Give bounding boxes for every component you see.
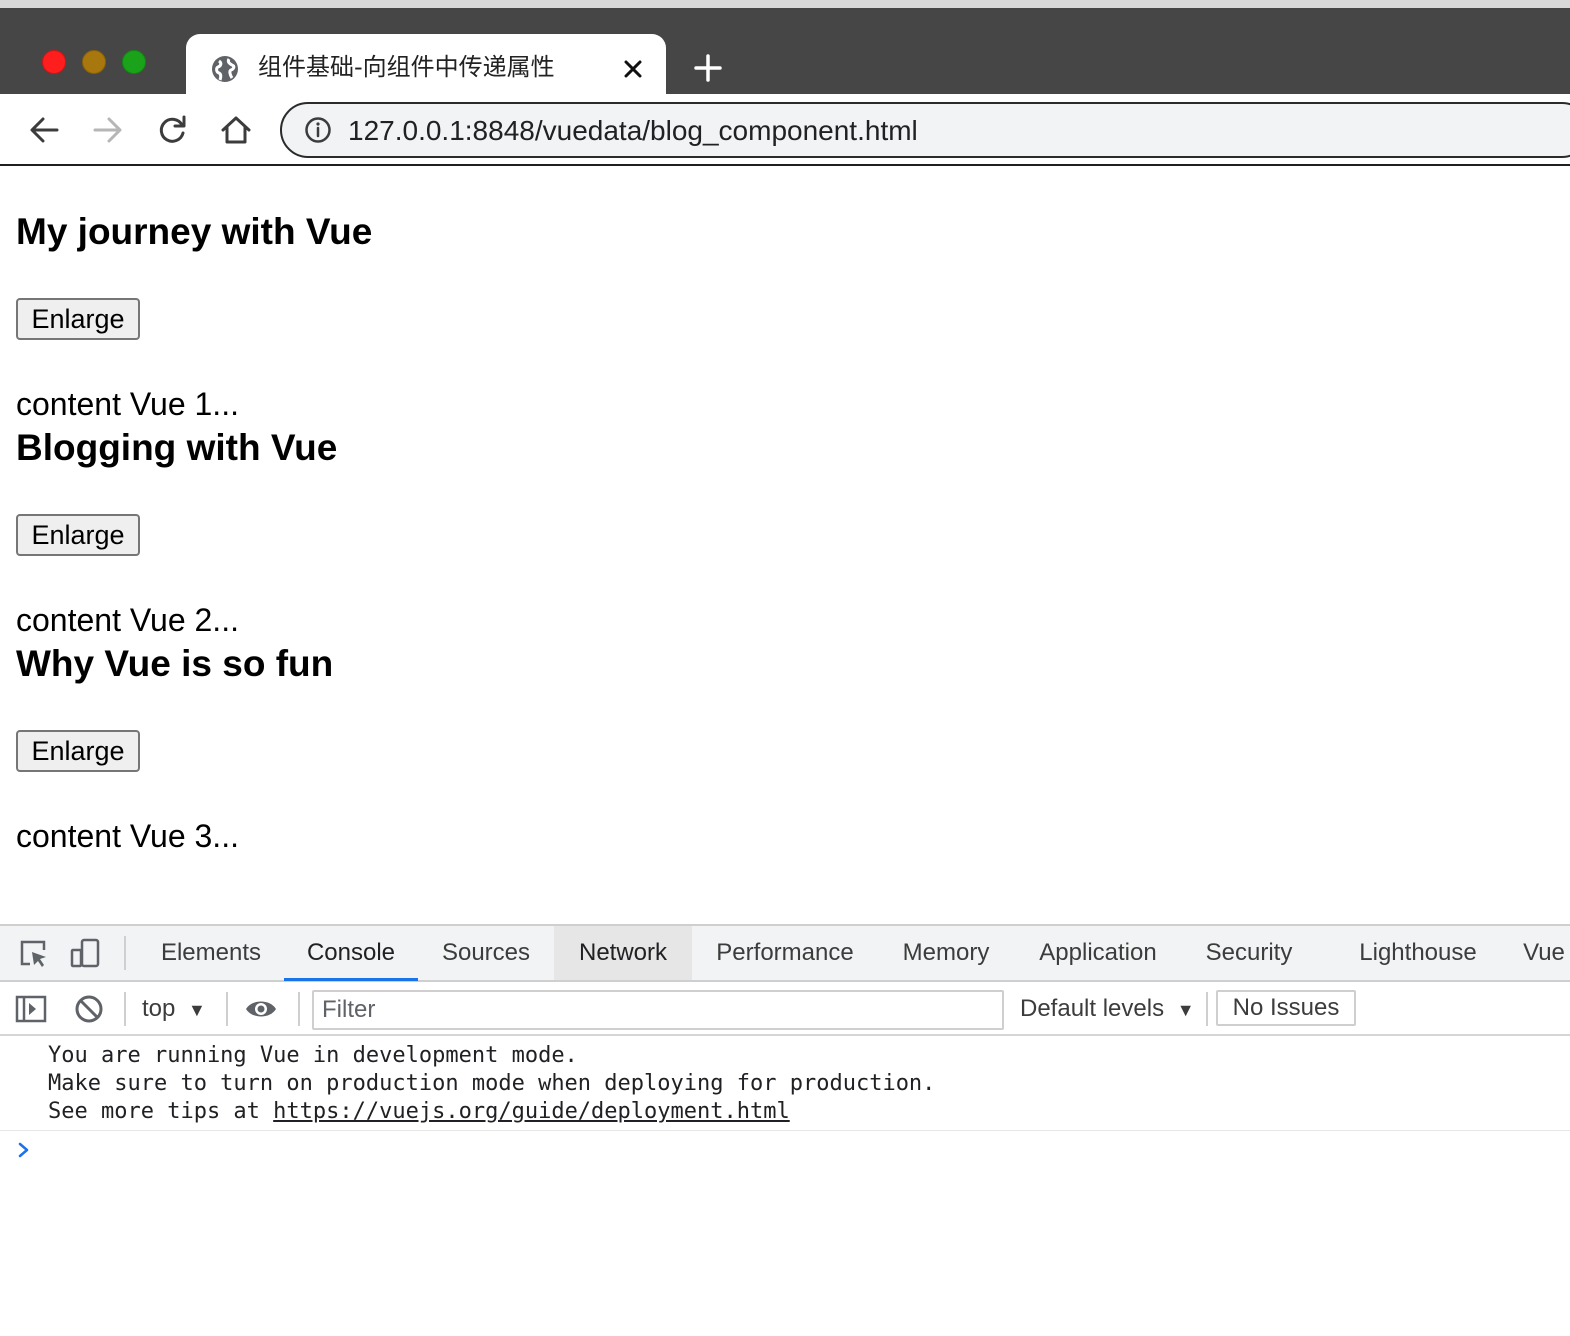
dropdown-arrow-icon: ▼ [1176, 1000, 1195, 1020]
log-levels-label: Default levels [1020, 995, 1165, 1022]
blog-post: My journey with Vue Enlarge content Vue … [16, 210, 373, 422]
plus-icon[interactable] [692, 52, 724, 84]
home-icon [221, 116, 251, 144]
deployment-link[interactable]: https://vuejs.org/guide/deployment.html [273, 1099, 790, 1124]
eye-icon[interactable] [244, 992, 278, 1026]
tab-security[interactable]: Security [1188, 926, 1310, 980]
url-text: 127.0.0.1:8848/vuedata/blog_component.ht… [348, 115, 918, 146]
back-button[interactable] [24, 110, 64, 150]
inspect-element-icon[interactable] [16, 936, 50, 970]
post-content: content Vue 2... [16, 602, 239, 638]
issues-button[interactable]: No Issues [1216, 990, 1356, 1026]
log-levels-dropdown[interactable]: Default levels ▼ [1020, 992, 1195, 1027]
devtools-panel: Elements Console Sources Network Perform… [0, 924, 1570, 1336]
console-line: You are running Vue in development mode. [48, 1043, 578, 1068]
tab-performance[interactable]: Performance [700, 926, 870, 980]
info-icon[interactable] [304, 116, 332, 144]
globe-icon [212, 56, 238, 82]
browser-toolbar: 127.0.0.1:8848/vuedata/blog_component.ht… [0, 94, 1570, 166]
browser-tab[interactable]: 组件基础-向组件中传递属性 [186, 34, 666, 102]
sidebar-toggle-icon[interactable] [14, 992, 48, 1026]
blog-post: Why Vue is so fun Enlarge content Vue 3.… [16, 642, 334, 854]
post-content: content Vue 3... [16, 818, 239, 854]
context-selector[interactable]: top ▼ [142, 992, 206, 1027]
browser-titlebar: 组件基础-向组件中传递属性 [0, 0, 1570, 102]
address-bar[interactable]: 127.0.0.1:8848/vuedata/blog_component.ht… [280, 102, 1570, 158]
enlarge-button[interactable]: Enlarge [16, 514, 140, 556]
dropdown-arrow-icon: ▼ [188, 1000, 206, 1020]
page-viewport: My journey with Vue Enlarge content Vue … [0, 168, 1570, 924]
enlarge-button[interactable]: Enlarge [16, 298, 140, 340]
tab-application[interactable]: Application [1024, 926, 1172, 980]
console-line: Make sure to turn on production mode whe… [48, 1071, 936, 1096]
close-icon[interactable] [618, 54, 648, 84]
back-arrow-icon [30, 117, 59, 143]
toolbar-divider [124, 936, 126, 970]
forward-button[interactable] [88, 110, 128, 150]
tab-console[interactable]: Console [284, 926, 418, 981]
toolbar-divider [1206, 992, 1208, 1026]
console-toolbar: top ▼ Default levels ▼ No Issues [0, 982, 1570, 1036]
enlarge-button[interactable]: Enlarge [16, 730, 140, 772]
close-window-button[interactable] [42, 50, 66, 74]
tab-title: 组件基础-向组件中传递属性 [258, 53, 555, 81]
console-prompt-icon[interactable] [16, 1140, 32, 1160]
console-message: You are running Vue in development mode.… [48, 1042, 935, 1126]
console-line: See more tips at [48, 1099, 274, 1124]
post-content: content Vue 1... [16, 386, 239, 422]
maximize-window-button[interactable] [122, 50, 146, 74]
tab-vue[interactable]: Vue [1512, 926, 1570, 980]
console-divider [0, 1130, 1570, 1131]
reload-button[interactable] [152, 110, 192, 150]
tab-network[interactable]: Network [554, 926, 692, 980]
home-button[interactable] [216, 110, 256, 150]
toolbar-divider [298, 992, 300, 1026]
tab-sources[interactable]: Sources [424, 926, 548, 980]
console-filter-input[interactable] [312, 990, 1004, 1030]
devtools-tab-bar: Elements Console Sources Network Perform… [0, 926, 1570, 982]
tab-elements[interactable]: Elements [146, 926, 276, 980]
post-title: My journey with Vue [16, 211, 373, 252]
reload-icon [159, 115, 186, 143]
blog-post: Blogging with Vue Enlarge content Vue 2.… [16, 426, 338, 638]
tab-lighthouse[interactable]: Lighthouse [1342, 926, 1494, 980]
tab-memory[interactable]: Memory [884, 926, 1008, 980]
post-title: Why Vue is so fun [16, 643, 334, 684]
minimize-window-button[interactable] [82, 50, 106, 74]
clear-console-icon[interactable] [72, 992, 106, 1026]
toolbar-divider [124, 992, 126, 1026]
context-label: top [142, 995, 176, 1022]
post-title: Blogging with Vue [16, 427, 338, 468]
toolbar-divider [226, 992, 228, 1026]
device-toolbar-icon[interactable] [68, 936, 102, 970]
forward-arrow-icon [93, 117, 122, 143]
